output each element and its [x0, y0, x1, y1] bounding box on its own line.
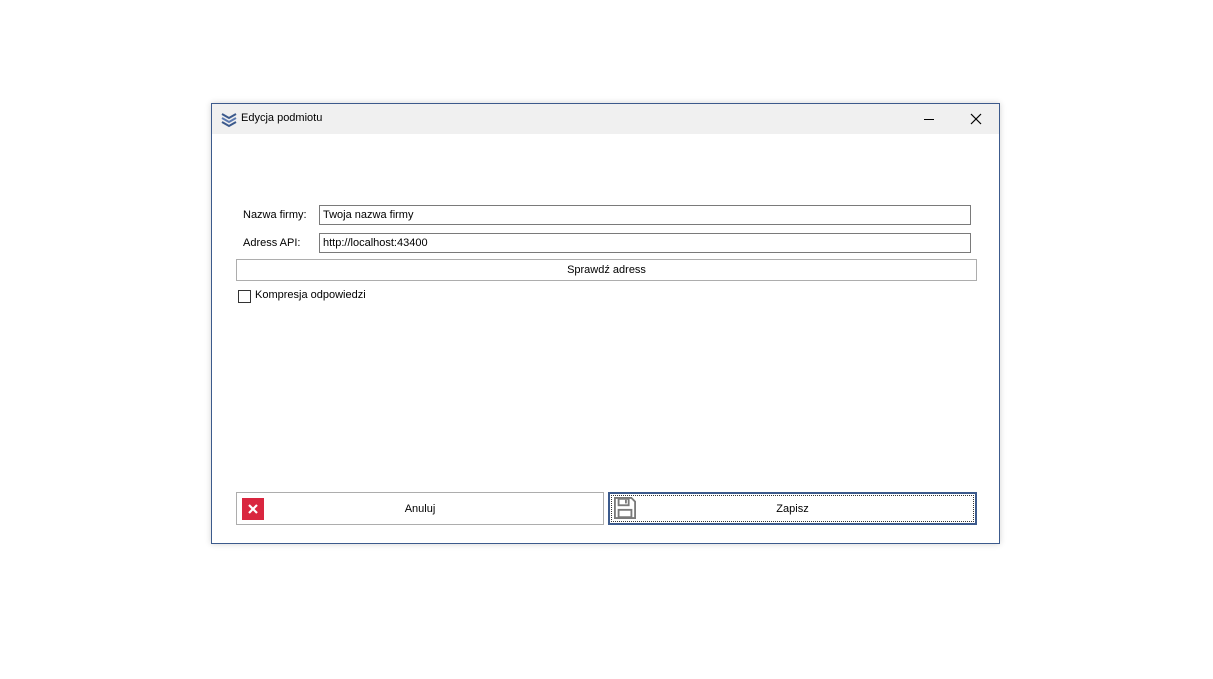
company-name-input[interactable] [319, 205, 971, 225]
layers-icon [221, 113, 237, 128]
close-button[interactable] [953, 104, 999, 134]
company-name-label: Nazwa firmy: [243, 209, 307, 221]
api-address-input[interactable] [319, 233, 971, 253]
minimize-icon [923, 118, 934, 120]
compression-checkbox[interactable] [238, 290, 251, 303]
cancel-label: Anuluj [404, 502, 436, 515]
edit-entity-dialog: Edycja podmiotu Nazwa firmy: Adress API:… [211, 103, 1000, 544]
api-address-label: Adress API: [243, 237, 301, 249]
cancel-button[interactable]: Anuluj [236, 492, 604, 525]
check-address-label: Sprawdź adress [567, 264, 646, 276]
close-icon [242, 498, 264, 520]
check-address-button[interactable]: Sprawdź adress [236, 259, 977, 281]
close-icon [970, 113, 982, 125]
floppy-disk-icon [614, 497, 636, 519]
compression-label[interactable]: Kompresja odpowiedzi [255, 289, 366, 301]
minimize-button[interactable] [906, 104, 952, 134]
window-title: Edycja podmiotu [241, 112, 323, 124]
save-button[interactable]: Zapisz [608, 492, 977, 525]
save-label: Zapisz [776, 502, 809, 515]
title-bar[interactable]: Edycja podmiotu [212, 104, 999, 134]
